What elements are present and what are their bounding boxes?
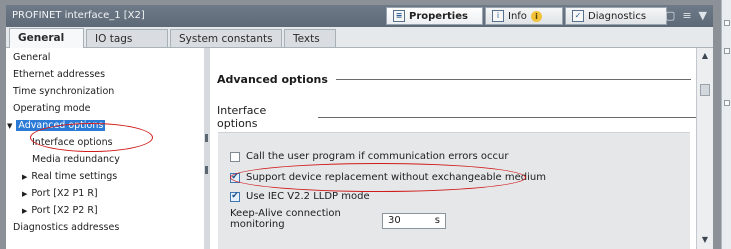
scroll-down-icon[interactable]: ▼ [699, 234, 711, 246]
tab-general[interactable]: General [9, 28, 84, 48]
keepalive-label-line1: Keep-Alive connection [230, 208, 341, 219]
tab-diagnostics[interactable]: ✓ Diagnostics [565, 7, 667, 25]
nav-item-port-p2[interactable]: Port [X2 P2 R] [31, 205, 97, 216]
checkbox-call-user-program[interactable] [230, 151, 240, 162]
menu-icon[interactable]: ≡ [682, 9, 691, 22]
highlight-oval-device-replacement [230, 163, 526, 192]
restore-icon[interactable]: ▢ [665, 9, 675, 22]
section-header: Advanced options [217, 73, 691, 86]
diagnostics-icon: ✓ [572, 10, 584, 22]
interface-options-panel: Call the user program if communication e… [218, 132, 690, 249]
keepalive-label: Keep-Alive connection monitoring [230, 208, 341, 230]
checkbox-lldp-mode[interactable]: ✔ [230, 191, 240, 202]
nav-item-time-synchronization[interactable]: Time synchronization [13, 85, 114, 98]
nav-item-port-p2-row[interactable]: ▶ Port [X2 P2 R] [22, 204, 98, 217]
tab-properties[interactable]: ≡ Properties [386, 7, 483, 25]
keepalive-input[interactable]: 30 s [382, 213, 446, 229]
expand-arrow-icon[interactable]: ▼ [7, 122, 12, 130]
splitter-grip[interactable] [205, 134, 208, 142]
nav-item-real-time-settings[interactable]: Real time settings [31, 171, 117, 182]
scroll-up-icon[interactable]: ▲ [699, 50, 711, 62]
keepalive-label-line2: monitoring [230, 219, 285, 230]
nav-item-port-p1[interactable]: Port [X2 P1 R] [31, 188, 97, 199]
nav-item-diagnostics-addresses[interactable]: Diagnostics addresses [13, 221, 119, 234]
option-call-user-program[interactable]: Call the user program if communication e… [230, 151, 508, 162]
keepalive-unit: s [434, 215, 440, 226]
keepalive-value: 30 [388, 215, 401, 226]
window-controls: ▢ ≡ ▼ [665, 9, 707, 22]
side-toolstrip [721, 0, 731, 249]
chevron-down-icon[interactable]: ▼ [699, 9, 707, 22]
subsection-divider [317, 116, 696, 118]
tool-icon[interactable] [724, 100, 730, 106]
section-title: Advanced options [217, 73, 328, 86]
tool-icon[interactable] [724, 48, 730, 54]
tab-info[interactable]: i Info i [485, 7, 563, 25]
section-divider [335, 79, 691, 80]
scroll-thumb[interactable] [700, 84, 710, 96]
collapse-arrow-icon[interactable]: ▶ [22, 207, 27, 215]
subsection-title: Interface options [217, 104, 267, 130]
inspector-window: PROFINET interface_1 [X2] ≡ Properties i… [6, 5, 713, 249]
option-lldp-mode[interactable]: ✔ Use IEC V2.2 LLDP mode [230, 191, 370, 202]
tool-icon[interactable] [724, 20, 730, 26]
option-label: Call the user program if communication e… [246, 151, 509, 162]
info-tab-icon: i [492, 10, 504, 22]
properties-icon: ≡ [393, 10, 405, 22]
tab-properties-label: Properties [409, 10, 468, 22]
tab-system-constants[interactable]: System constants [170, 29, 282, 47]
nav-item-general[interactable]: General [13, 51, 50, 64]
tab-texts[interactable]: Texts [284, 29, 336, 47]
vertical-scrollbar[interactable]: ▲ ▼ [696, 48, 713, 249]
nav-item-real-time-settings-row[interactable]: ▶ Real time settings [22, 170, 117, 183]
option-label: Use IEC V2.2 LLDP mode [246, 191, 370, 202]
splitter-grip[interactable] [205, 166, 208, 174]
nav-item-port-p1-row[interactable]: ▶ Port [X2 P1 R] [22, 187, 98, 200]
collapse-arrow-icon[interactable]: ▶ [22, 173, 27, 181]
window-titlebar: PROFINET interface_1 [X2] ≡ Properties i… [6, 5, 713, 27]
window-title: PROFINET interface_1 [X2] [12, 10, 145, 21]
subsection-header: Interface options [217, 104, 696, 130]
collapse-arrow-icon[interactable]: ▶ [22, 190, 27, 198]
highlight-oval-advanced-options [30, 123, 153, 152]
property-tabs: General IO tags System constants Texts [6, 27, 713, 48]
tab-io-tags[interactable]: IO tags [86, 29, 168, 47]
tab-info-label: Info [508, 10, 527, 22]
nav-item-media-redundancy[interactable]: Media redundancy [32, 153, 120, 166]
content-pane: Advanced options Interface options Call … [210, 48, 696, 249]
nav-item-ethernet-addresses[interactable]: Ethernet addresses [13, 68, 105, 81]
nav-item-operating-mode[interactable]: Operating mode [13, 102, 90, 115]
info-badge-icon: i [530, 10, 542, 22]
tab-diagnostics-label: Diagnostics [588, 10, 647, 22]
